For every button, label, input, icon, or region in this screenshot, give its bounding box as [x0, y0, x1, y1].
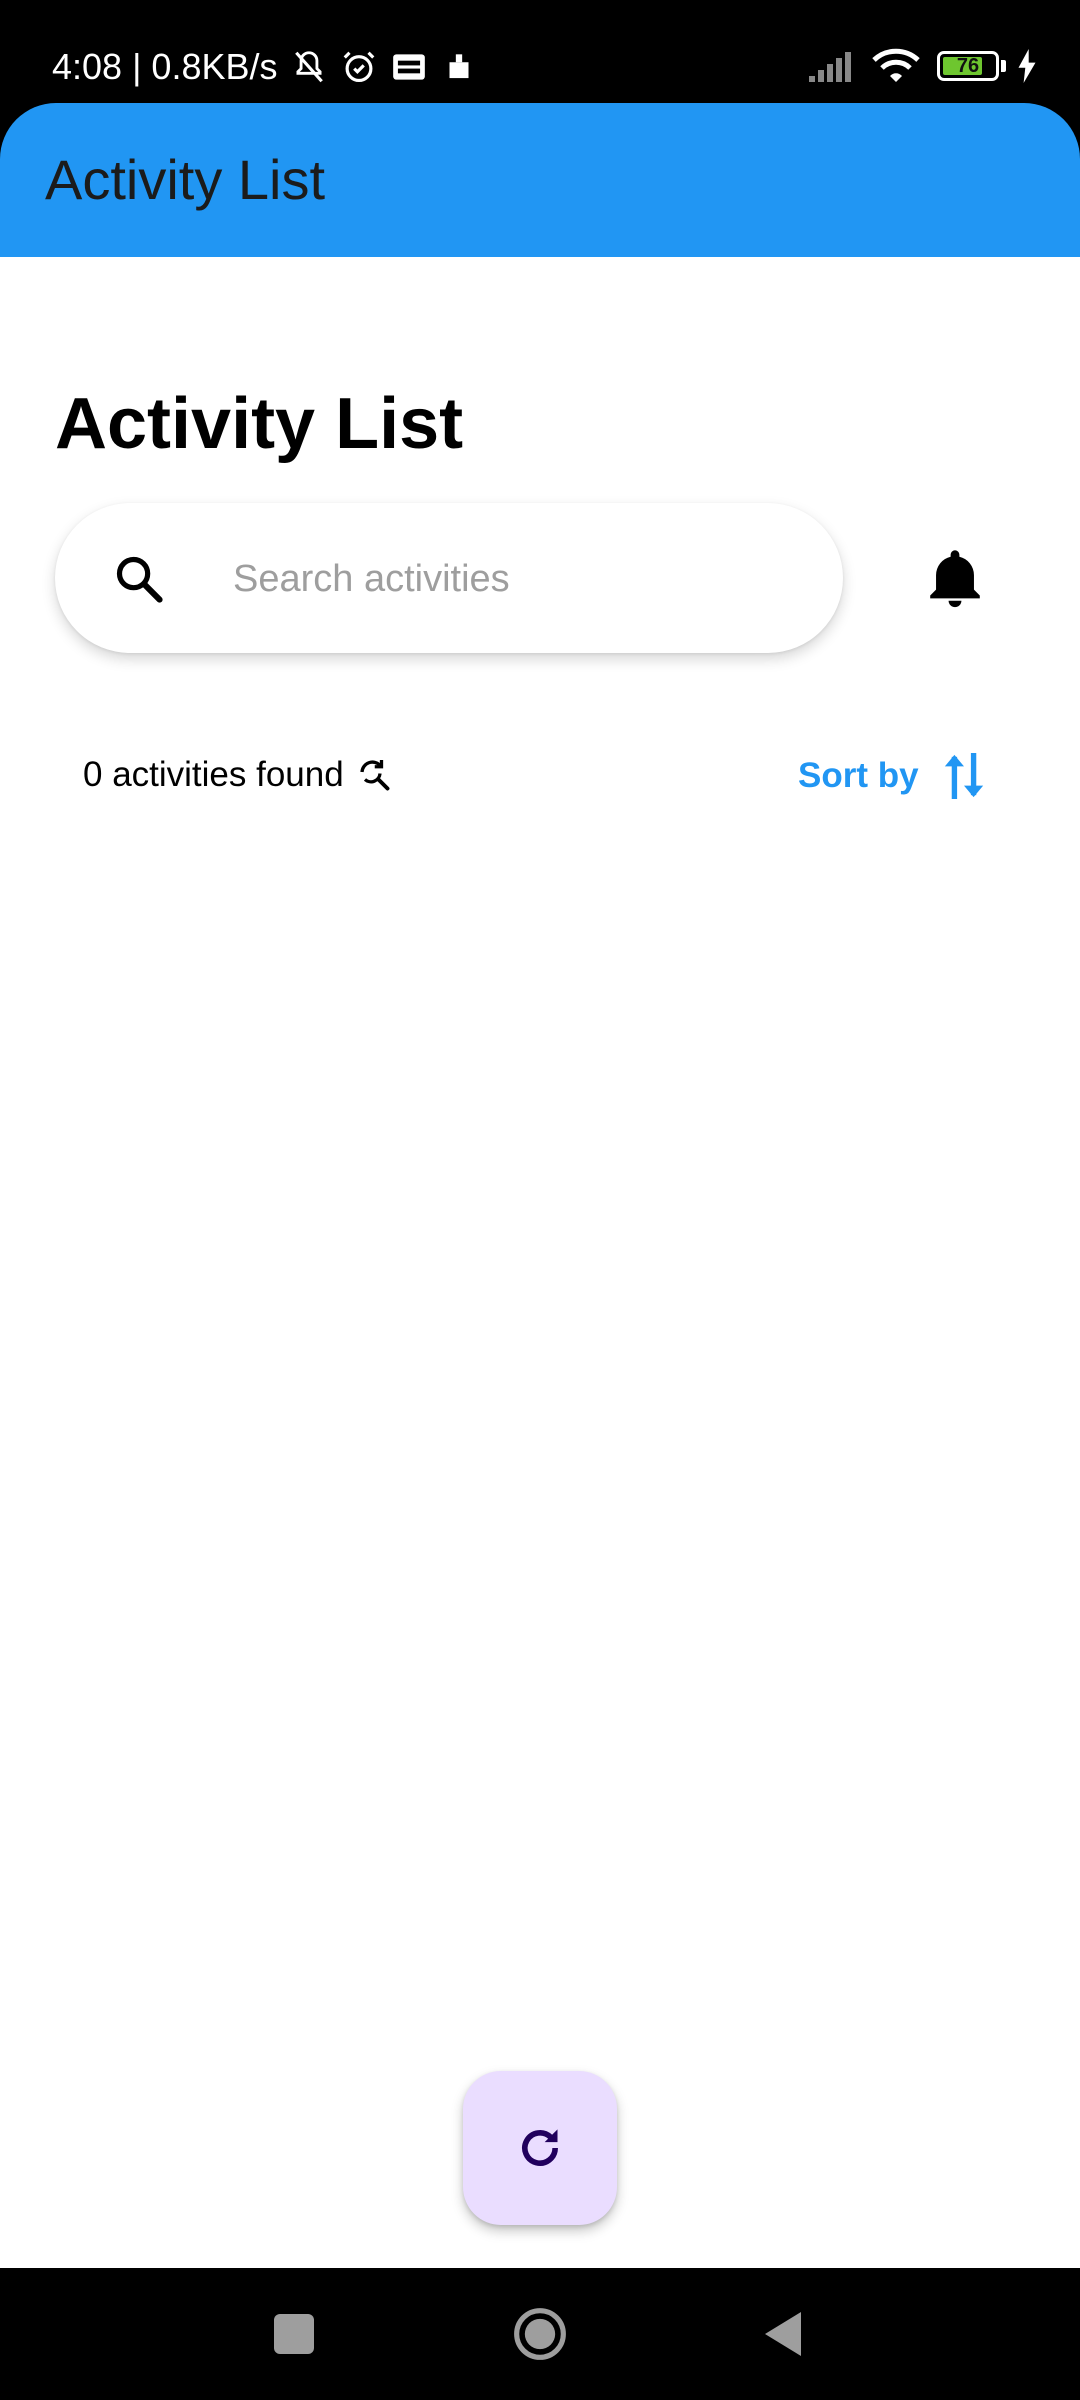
webtoon-icon: [392, 54, 425, 80]
status-bar: 4:08 | 0.8KB/s 76: [0, 0, 1080, 103]
battery-level: 76: [956, 55, 980, 77]
alarm-icon: [343, 51, 374, 83]
mute-icon: [294, 51, 323, 83]
sort-button[interactable]: Sort by: [798, 741, 987, 811]
results-count: 0 activities found: [83, 747, 392, 803]
app-bar: Activity List: [0, 103, 1080, 257]
battery-icon: 76: [937, 51, 999, 81]
search-input[interactable]: [231, 543, 795, 615]
status-right: 76: [807, 44, 1038, 88]
home-button[interactable]: [512, 2306, 568, 2362]
signal-icon: [809, 52, 851, 82]
refresh-icon: [522, 2129, 558, 2166]
recent-apps-button[interactable]: [274, 2314, 314, 2354]
sort-arrows-icon: [944, 753, 983, 799]
battery-tip: [1001, 60, 1006, 72]
results-count-text: 0 activities found: [83, 755, 344, 794]
notification-icon: [449, 54, 468, 79]
navigation-bar: [0, 2268, 1080, 2400]
app-bar-title: Activity List: [45, 148, 326, 211]
back-button[interactable]: [762, 2310, 804, 2358]
status-left: 4:08 | 0.8KB/s: [52, 42, 478, 92]
main-content: Activity List 0 activities found Sort by: [0, 257, 1080, 2268]
screen: 4:08 | 0.8KB/s 76 Activity List Activity…: [0, 0, 1080, 2400]
refresh-button[interactable]: [463, 2071, 617, 2225]
status-time: 4:08 | 0.8KB/s: [52, 46, 278, 87]
search-bar[interactable]: [55, 503, 843, 653]
search-icon: [116, 556, 163, 603]
wifi-icon: [872, 48, 920, 82]
notifications-bell-icon[interactable]: [920, 542, 990, 614]
page-title: Activity List: [55, 384, 464, 464]
sort-label: Sort by: [798, 756, 919, 795]
search-refresh-icon: [360, 760, 390, 791]
charging-icon: [1018, 49, 1036, 83]
